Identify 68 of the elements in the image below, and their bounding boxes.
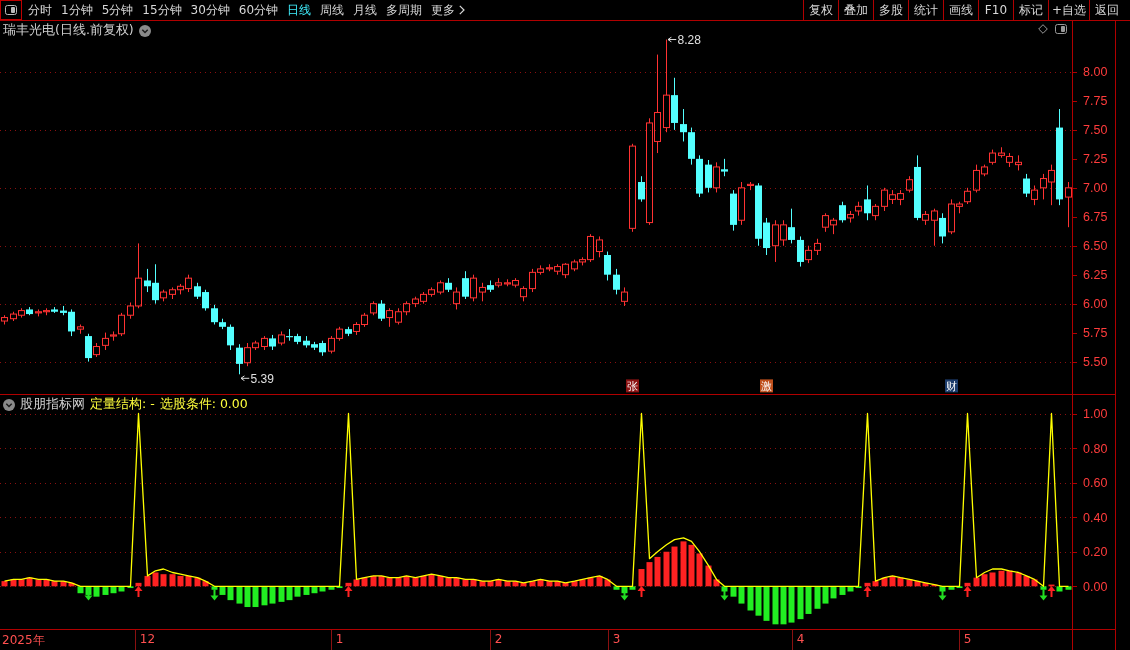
more-menu-button[interactable]: 更多	[431, 2, 466, 18]
candle	[1065, 181, 1072, 228]
y-axis-label: 0.20	[1083, 545, 1108, 560]
chevron-down-icon[interactable]	[3, 398, 15, 411]
period-tab[interactable]: 日线	[287, 2, 312, 18]
date-label: 3	[612, 632, 621, 646]
y-axis-label: 7.25	[1083, 152, 1108, 167]
period-tab[interactable]: 周线	[320, 2, 345, 18]
date-label: 1	[335, 632, 344, 646]
event-badge: 财	[945, 379, 958, 393]
y-axis-label: 6.75	[1083, 210, 1108, 225]
toolbar-button[interactable]: 标记	[1012, 0, 1048, 20]
chevron-right-icon	[459, 5, 466, 15]
indicator-name: 股朋指标网	[20, 396, 85, 413]
indicator-bar	[1, 581, 8, 587]
date-label: 4	[796, 632, 805, 646]
y-axis-label: 5.75	[1083, 326, 1108, 341]
candle	[1015, 154, 1022, 171]
year-label: 2025年	[2, 633, 45, 648]
period-tab[interactable]: 30分钟	[190, 2, 230, 18]
pointer-arrow-icon	[668, 37, 677, 43]
chevron-down-icon[interactable]	[138, 24, 151, 37]
price-extreme-label: 8.28	[677, 33, 701, 48]
price-extreme-label: 5.39	[250, 371, 274, 386]
period-tab[interactable]: 15分钟	[142, 2, 182, 18]
stock-title: 瑞丰光电(日线.前复权)	[3, 22, 134, 39]
toolbar-button[interactable]: 返回	[1089, 0, 1124, 20]
candle	[1, 314, 8, 325]
period-tab[interactable]: 60分钟	[238, 2, 279, 18]
period-tab[interactable]: 5分钟	[101, 2, 134, 18]
toolbar-button[interactable]: +自选	[1047, 0, 1089, 20]
toolbar-button[interactable]: 叠加	[837, 0, 873, 20]
toolbar-button[interactable]: F10	[977, 0, 1013, 20]
period-tab[interactable]: 月线	[353, 2, 378, 18]
toolbar-button[interactable]: 多股	[872, 0, 908, 20]
y-axis-label: 1.00	[1083, 407, 1108, 421]
y-axis-label: 6.00	[1083, 297, 1108, 312]
y-axis-label: 0.00	[1083, 579, 1108, 594]
y-axis-label: 7.00	[1083, 181, 1108, 196]
y-axis-label: 0.60	[1083, 476, 1108, 491]
event-badge: 激	[760, 379, 773, 393]
panel-toggle-icon	[5, 5, 17, 15]
y-axis-label: 7.75	[1083, 94, 1108, 109]
event-badge: 张	[626, 379, 639, 393]
indicator-bar	[1065, 586, 1072, 590]
panel-toggle-button[interactable]	[0, 0, 22, 20]
indicator-readout: 定量结构: -	[90, 396, 155, 413]
panel-toggle-icon[interactable]	[1055, 24, 1067, 34]
date-label: 2	[494, 632, 503, 646]
y-axis-label: 6.50	[1083, 239, 1108, 254]
toolbar-button[interactable]: 统计	[907, 0, 943, 20]
toolbar-button[interactable]: 画线	[942, 0, 978, 20]
y-axis-label: 0.40	[1083, 510, 1108, 525]
date-label: 12	[139, 632, 156, 646]
y-axis-label: 0.80	[1083, 441, 1108, 456]
y-axis-label: 7.50	[1083, 123, 1108, 138]
period-tab[interactable]: 1分钟	[61, 2, 93, 18]
y-axis-label: 6.25	[1083, 268, 1108, 283]
y-axis-label: 8.00	[1083, 65, 1108, 80]
diamond-icon[interactable]	[1038, 24, 1048, 34]
period-tab[interactable]: 分时	[28, 2, 52, 18]
candle	[814, 238, 821, 256]
period-tab[interactable]: 多周期	[386, 2, 423, 18]
pointer-arrow-icon	[241, 375, 250, 381]
indicator-readout: 选股条件: 0.00	[159, 396, 248, 413]
toolbar-button[interactable]: 复权	[802, 0, 838, 20]
date-label: 5	[963, 632, 972, 646]
y-axis-label: 5.50	[1083, 355, 1108, 370]
